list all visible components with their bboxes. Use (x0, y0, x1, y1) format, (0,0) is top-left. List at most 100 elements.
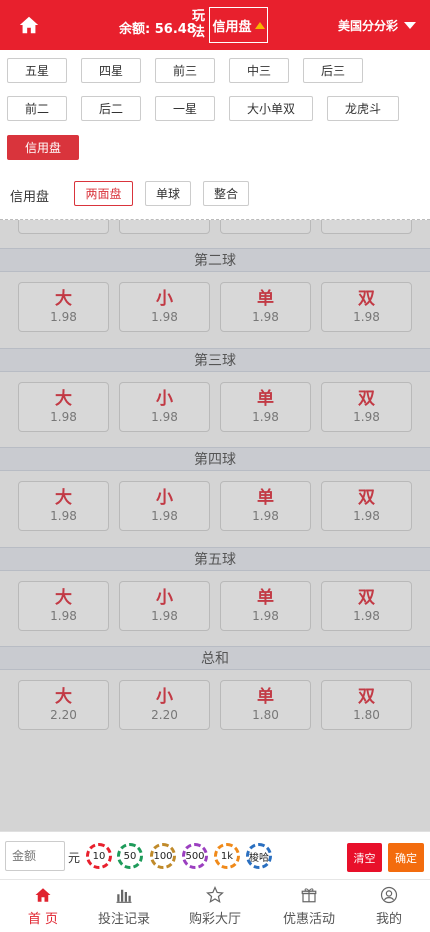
bet-option-name: 小 (156, 488, 173, 508)
play-categories: 五星 四星 前三 中三 后三 前二 后二 一星 大小单双 龙虎斗 信用盘 (0, 50, 430, 168)
bet-bar: 元 10 50 100 500 1k 梭哈 清空 确定 (0, 831, 430, 879)
game-selector[interactable]: 美国分分彩 (338, 17, 417, 34)
category-longhudou[interactable]: 龙虎斗 (327, 96, 399, 121)
chip-10[interactable]: 10 (86, 843, 112, 869)
partial-option[interactable] (119, 220, 210, 234)
bet-option-name: 双 (358, 388, 375, 409)
bet-area: 第二球大 1.98 小 1.98 单 1.98 双 1.98 第三球大 1.98 小 1.98 单 1.9… (0, 220, 430, 831)
category-sixing[interactable]: 四星 (81, 58, 141, 83)
currency-unit: 元 (68, 851, 81, 865)
bet-option[interactable]: 单 1.80 (220, 680, 311, 730)
tab-danqiu[interactable]: 单球 (145, 181, 191, 206)
bet-option-odds: 1.98 (50, 409, 77, 424)
category-yixing[interactable]: 一星 (155, 96, 215, 121)
bet-option-name: 双 (358, 488, 375, 508)
bet-option[interactable]: 大 2.20 (18, 680, 109, 730)
bet-option[interactable]: 双 1.98 (321, 282, 412, 332)
bet-option[interactable]: 单 1.98 (220, 282, 311, 332)
section-header: 第五球 (0, 546, 430, 571)
bet-option-name: 单 (257, 289, 274, 309)
bet-option[interactable]: 双 1.80 (321, 680, 412, 730)
bet-option-name: 小 (156, 289, 173, 309)
partial-option[interactable] (321, 220, 412, 234)
nav-lottery-hall[interactable]: 购彩大厅 (172, 880, 258, 932)
balance-text: 余额: 56.48 (119, 22, 196, 37)
home-icon (35, 888, 51, 902)
bet-option-name: 大 (55, 289, 72, 309)
bet-option[interactable]: 大 1.98 (18, 580, 109, 631)
category-daxiaodanshuang[interactable]: 大小单双 (229, 96, 313, 121)
user-icon (380, 886, 398, 904)
bet-option-odds: 2.20 (50, 708, 77, 722)
caret-down-icon (404, 22, 417, 29)
nav-home[interactable]: 首 页 (0, 880, 86, 932)
section-header: 第四球 (0, 447, 430, 471)
mode-selector[interactable]: 信用盘 (209, 7, 268, 43)
chip-100[interactable]: 100 (150, 843, 176, 869)
bet-option-odds: 1.98 (151, 409, 178, 424)
bet-option-name: 大 (55, 488, 72, 508)
top-header: 余额: 56.48 玩法 信用盘 美国分分彩 (0, 0, 430, 50)
mode-label: 信用盘 (212, 19, 252, 35)
amount-input[interactable] (5, 841, 65, 871)
bet-option-odds: 1.98 (151, 509, 178, 523)
bet-option-name: 小 (156, 388, 173, 409)
tab-zhenghe[interactable]: 整合 (203, 181, 249, 206)
category-wuxing[interactable]: 五星 (7, 58, 67, 83)
bet-option-odds: 1.98 (50, 509, 77, 523)
category-houer[interactable]: 后二 (81, 96, 141, 121)
triangle-up-icon (254, 21, 265, 29)
bet-option-odds: 1.98 (353, 608, 380, 623)
bet-option[interactable]: 双 1.98 (321, 580, 412, 631)
nav-mine[interactable]: 我的 (346, 880, 430, 932)
bet-option[interactable]: 单 1.98 (220, 381, 311, 432)
bet-option[interactable]: 单 1.98 (220, 580, 311, 631)
star-icon (206, 886, 224, 903)
clear-button[interactable]: 清空 (347, 843, 382, 872)
section-header: 第三球 (0, 347, 430, 372)
category-zhongsan[interactable]: 中三 (229, 58, 289, 83)
bet-option[interactable]: 小 1.98 (119, 580, 210, 631)
bet-option-name: 单 (257, 687, 274, 707)
section-header: 总和 (0, 646, 430, 670)
bet-option[interactable]: 小 2.20 (119, 680, 210, 730)
bet-option-odds: 1.98 (151, 608, 178, 623)
partial-option[interactable] (220, 220, 311, 234)
chip-1k[interactable]: 1k (214, 843, 240, 869)
nav-promotions[interactable]: 优惠活动 (266, 880, 352, 932)
tab-liangmianpan[interactable]: 两面盘 (74, 181, 133, 206)
bet-option-odds: 1.98 (50, 310, 77, 324)
bet-option[interactable]: 小 1.98 (119, 481, 210, 531)
bet-option-name: 双 (358, 687, 375, 707)
bar-chart-icon (116, 889, 132, 903)
bet-option[interactable]: 大 1.98 (18, 282, 109, 332)
partial-option[interactable] (18, 220, 109, 234)
bet-option[interactable]: 大 1.98 (18, 481, 109, 531)
bet-option-name: 单 (257, 488, 274, 508)
chip-50[interactable]: 50 (117, 843, 143, 869)
bet-option-odds: 1.98 (252, 608, 279, 623)
category-qiansan[interactable]: 前三 (155, 58, 215, 83)
bet-option-name: 双 (358, 289, 375, 309)
bet-option[interactable]: 小 1.98 (119, 381, 210, 432)
chip-500[interactable]: 500 (182, 843, 208, 869)
bet-option[interactable]: 双 1.98 (321, 481, 412, 531)
chip-all-in[interactable]: 梭哈 (246, 843, 272, 869)
play-method-label: 玩法 (192, 9, 206, 40)
nav-bet-records[interactable]: 投注记录 (81, 880, 167, 932)
bet-option[interactable]: 大 1.98 (18, 381, 109, 432)
bet-option-odds: 1.98 (252, 310, 279, 324)
home-icon[interactable] (18, 14, 40, 36)
bet-option[interactable]: 双 1.98 (321, 381, 412, 432)
sub-tabs-label: 信用盘 (10, 190, 50, 205)
category-qianer[interactable]: 前二 (7, 96, 67, 121)
bet-option[interactable]: 单 1.98 (220, 481, 311, 531)
bet-option-odds: 1.80 (353, 708, 380, 722)
bet-option-name: 单 (257, 388, 274, 409)
bet-option[interactable]: 小 1.98 (119, 282, 210, 332)
confirm-button[interactable]: 确定 (388, 843, 424, 872)
category-xinyongpan[interactable]: 信用盘 (7, 135, 79, 160)
bet-option-name: 小 (156, 687, 173, 707)
category-housan[interactable]: 后三 (303, 58, 363, 83)
bet-option-name: 大 (55, 587, 72, 608)
